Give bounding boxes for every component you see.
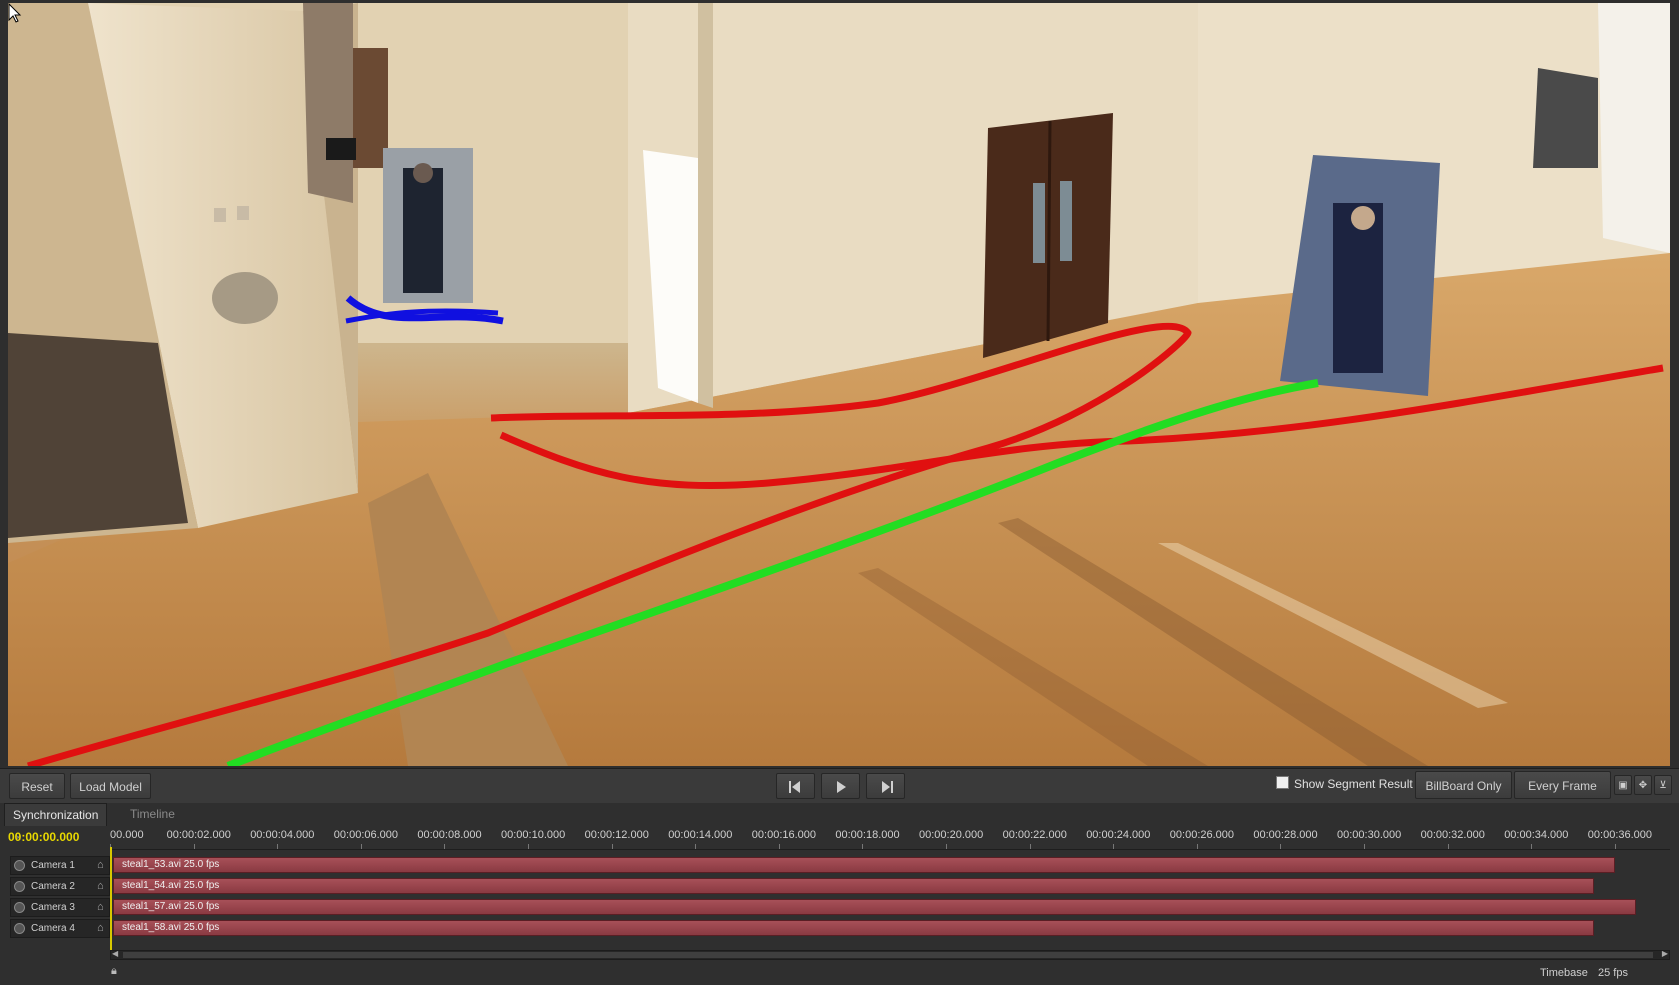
ruler-tick-label: 00:00:14.000 xyxy=(668,829,733,841)
reset-button[interactable]: Reset xyxy=(9,773,65,799)
step-back-icon xyxy=(788,781,800,793)
scrollbar-thumb[interactable] xyxy=(123,952,1653,958)
ruler-tick xyxy=(695,844,697,849)
step-forward-button[interactable] xyxy=(866,773,905,799)
play-button[interactable] xyxy=(821,773,860,799)
ruler-tick-label: 00:00:30.000 xyxy=(1337,829,1402,841)
camera-name: Camera 1 xyxy=(31,860,75,871)
pin-icon[interactable]: ⌂ xyxy=(97,922,104,934)
ruler-tick-label: 00.000 xyxy=(110,829,144,841)
every-frame-button[interactable]: Every Frame xyxy=(1514,771,1611,799)
ruler-tick-label: 00:00:06.000 xyxy=(333,829,399,841)
ruler-tick xyxy=(1531,844,1533,849)
video-clip[interactable]: steal1_58.avi 25.0 fps xyxy=(113,920,1594,936)
ruler-tick xyxy=(778,844,780,849)
ruler-tick xyxy=(862,844,864,849)
ruler-tick-label: 00:00:22.000 xyxy=(1002,829,1067,841)
camera-name: Camera 2 xyxy=(31,881,75,892)
ruler-tick xyxy=(1113,844,1115,849)
tab-timeline-label: Timeline xyxy=(130,807,175,821)
timeline-scrollbar[interactable]: ◀ ▶ xyxy=(110,949,1670,960)
ruler-tick-label: 00:00:36.000 xyxy=(1587,829,1653,841)
timebase-label: Timebase xyxy=(1540,967,1588,979)
scene-render xyxy=(8,3,1670,766)
ruler-tick-label: 00:00:20.000 xyxy=(919,829,984,841)
track-header[interactable]: Camera 4 ⌂ xyxy=(10,919,110,938)
ruler-tick xyxy=(360,844,362,849)
current-timecode: 00:00:00.000 xyxy=(8,830,80,844)
status-bar: 🔒︎ Timebase 25 fps xyxy=(0,961,1679,985)
scroll-right-icon[interactable]: ▶ xyxy=(1662,949,1668,958)
bottom-panel: Synchronization × Timeline 00:00:00.000 … xyxy=(0,803,1679,985)
lock-icon: ▣ xyxy=(1618,780,1628,791)
track-header[interactable]: Camera 2 ⌂ xyxy=(10,877,110,896)
ruler-tick xyxy=(611,844,613,849)
ruler-tick xyxy=(1280,844,1282,849)
video-clip[interactable]: steal1_57.avi 25.0 fps xyxy=(113,899,1636,915)
filter-button[interactable]: ⊻ xyxy=(1654,775,1672,795)
ruler-tick xyxy=(1196,844,1198,849)
ruler-tick-label: 00:00:26.000 xyxy=(1169,829,1235,841)
ruler-tick xyxy=(1029,844,1031,849)
step-back-button[interactable] xyxy=(776,773,815,799)
ruler-tick-label: 00:00:04.000 xyxy=(250,829,315,841)
ruler-tick xyxy=(277,844,279,849)
move-icon: ✥ xyxy=(1638,780,1648,791)
gizmo-button[interactable]: ✥ xyxy=(1634,775,1652,795)
ruler-tick xyxy=(946,844,947,849)
visibility-icon[interactable] xyxy=(14,923,25,934)
time-ruler[interactable]: 00.000 00:00:02.000 00:00:04.000 00:00:06.0… xyxy=(110,827,1670,850)
ruler-tick-label: 00:00:34.000 xyxy=(1504,829,1569,841)
visibility-icon[interactable] xyxy=(14,902,25,913)
track-header[interactable]: Camera 3 ⌂ xyxy=(10,898,110,917)
lock-timeline-icon[interactable]: 🔒︎ xyxy=(111,965,117,978)
ruler-tick xyxy=(444,844,446,849)
billboard-only-button[interactable]: BillBoard Only xyxy=(1415,771,1512,799)
load-model-button[interactable]: Load Model xyxy=(70,773,151,799)
show-segment-checkbox[interactable] xyxy=(1276,776,1289,789)
ruler-tick-label: 00:00:16.000 xyxy=(751,829,817,841)
ruler-tick-label: 00:00:18.000 xyxy=(835,829,900,841)
ruler-tick xyxy=(528,844,529,849)
tab-timeline[interactable]: Timeline xyxy=(122,803,183,825)
scroll-left-icon[interactable]: ◀ xyxy=(112,949,118,958)
ruler-tick-label: 00:00:02.000 xyxy=(166,829,231,841)
camera-name: Camera 3 xyxy=(31,902,75,913)
show-segment-label: Show Segment Result xyxy=(1294,777,1413,791)
mouse-cursor-icon xyxy=(8,3,22,23)
tab-synchronization-label: Synchronization xyxy=(13,808,99,822)
video-clip[interactable]: steal1_53.avi 25.0 fps xyxy=(113,857,1615,873)
ruler-tick xyxy=(1364,844,1365,849)
ruler-tick-label: 00:00:10.000 xyxy=(501,829,566,841)
tab-synchronization[interactable]: Synchronization × xyxy=(4,803,108,844)
playhead[interactable] xyxy=(110,847,112,955)
viewport-toolbar: Reset Load Model Show Segment Result Bil… xyxy=(0,768,1679,804)
play-icon xyxy=(836,781,846,793)
ruler-tick-label: 00:00:32.000 xyxy=(1420,829,1485,841)
visibility-icon[interactable] xyxy=(14,860,25,871)
ruler-tick xyxy=(1447,844,1449,849)
filter-icon: ⊻ xyxy=(1659,780,1667,791)
ruler-tick xyxy=(1614,844,1616,849)
ruler-tick-label: 00:00:24.000 xyxy=(1086,829,1151,841)
step-forward-icon xyxy=(881,781,893,793)
pin-icon[interactable]: ⌂ xyxy=(97,859,104,871)
ruler-tick-label: 00:00:28.000 xyxy=(1253,829,1318,841)
3d-viewport[interactable] xyxy=(8,3,1670,766)
pin-icon[interactable]: ⌂ xyxy=(97,901,104,913)
lock-button[interactable]: ▣ xyxy=(1614,775,1632,795)
ruler-tick-label: 00:00:12.000 xyxy=(584,829,649,841)
visibility-icon[interactable] xyxy=(14,881,25,892)
ruler-tick xyxy=(193,844,195,849)
timebase-value: 25 fps xyxy=(1598,967,1628,979)
camera-name: Camera 4 xyxy=(31,923,75,934)
ruler-tick-label: 00:00:08.000 xyxy=(417,829,482,841)
track-header[interactable]: Camera 1 ⌂ xyxy=(10,856,110,875)
pin-icon[interactable]: ⌂ xyxy=(97,880,104,892)
video-clip[interactable]: steal1_54.avi 25.0 fps xyxy=(113,878,1594,894)
show-segment-toggle[interactable]: Show Segment Result xyxy=(1276,776,1413,791)
